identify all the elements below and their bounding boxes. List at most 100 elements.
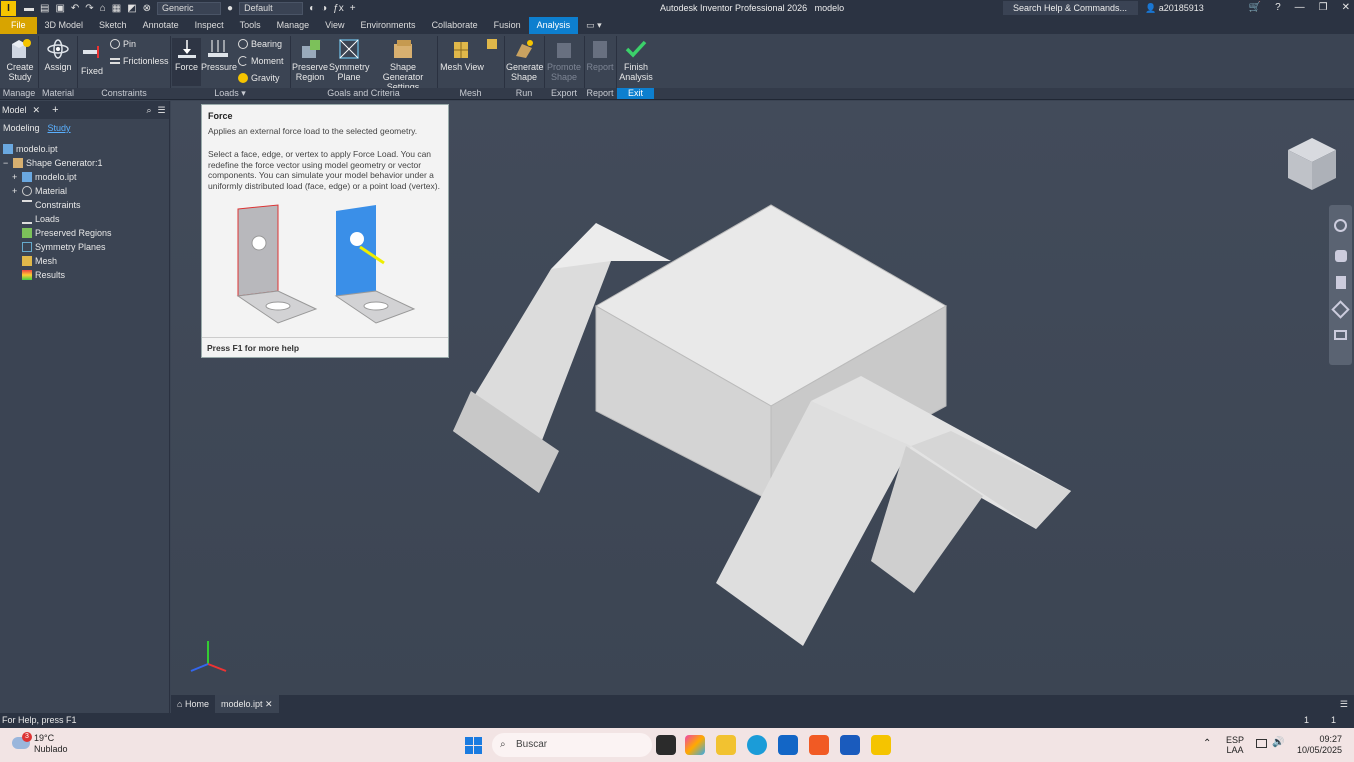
close-icon[interactable]: ✕: [33, 105, 41, 116]
gravity-button[interactable]: Gravity: [238, 73, 280, 83]
network-icon[interactable]: [1256, 739, 1267, 748]
tree-item-model[interactable]: + modelo.ipt: [12, 170, 77, 184]
finish-analysis-button[interactable]: Finish Analysis: [618, 38, 654, 82]
cancel-icon[interactable]: ⊗: [143, 3, 151, 14]
search-icon[interactable]: ⌕: [147, 105, 152, 116]
bearing-button[interactable]: Bearing: [238, 39, 282, 49]
group-loads[interactable]: Loads ▾: [170, 88, 290, 99]
app-logo[interactable]: I: [1, 1, 16, 16]
tab-view[interactable]: View: [317, 17, 352, 34]
start-button[interactable]: [465, 737, 482, 754]
user-account[interactable]: 👤 a20185913: [1145, 3, 1204, 14]
tab-3d-model[interactable]: 3D Model: [37, 17, 92, 34]
report-button[interactable]: Report: [586, 38, 614, 72]
tree-item-constraints[interactable]: Constraints: [22, 198, 81, 212]
tree-item-part[interactable]: modelo.ipt: [3, 142, 58, 156]
copilot-icon[interactable]: [685, 735, 705, 755]
tab-environments[interactable]: Environments: [353, 17, 424, 34]
minimize-icon[interactable]: —: [1295, 2, 1305, 13]
tree-item-results[interactable]: Results: [22, 268, 65, 282]
tree-item-mesh[interactable]: Mesh: [22, 254, 57, 268]
brave-icon[interactable]: [809, 735, 829, 755]
look-at-icon[interactable]: [1334, 330, 1347, 340]
new-icon[interactable]: ▬: [24, 3, 34, 14]
generate-shape-button[interactable]: Generate Shape: [506, 38, 544, 82]
preserve-region-button[interactable]: Preserve Region: [292, 38, 328, 82]
mesh-view-button[interactable]: Mesh View: [440, 38, 484, 72]
pin-button[interactable]: Pin: [110, 39, 136, 49]
adjust-icon[interactable]: ◐: [309, 3, 315, 14]
tree-item-material[interactable]: + Material: [12, 184, 67, 198]
symmetry-plane-button[interactable]: Symmetry Plane: [329, 38, 370, 82]
word-icon[interactable]: [840, 735, 860, 755]
file-explorer-icon[interactable]: [716, 735, 736, 755]
tab-inspect[interactable]: Inspect: [187, 17, 232, 34]
material-select[interactable]: Default: [239, 2, 304, 15]
weather-widget[interactable]: 19°C Nublado: [34, 733, 68, 755]
tree-item-loads[interactable]: Loads: [22, 212, 60, 226]
store-icon[interactable]: [778, 735, 798, 755]
cart-icon[interactable]: 🛒: [1249, 2, 1261, 13]
orbit-icon[interactable]: [1331, 300, 1350, 319]
mesh-settings-button[interactable]: [487, 39, 497, 49]
task-view-icon[interactable]: [656, 735, 676, 755]
add-tab-icon[interactable]: +: [52, 104, 58, 116]
restore-icon[interactable]: ❐: [1319, 2, 1328, 13]
home-icon[interactable]: ⌂: [100, 3, 106, 14]
close-icon[interactable]: ✕: [265, 699, 273, 709]
collapse-icon[interactable]: −: [3, 158, 13, 168]
tab-annotate[interactable]: Annotate: [135, 17, 187, 34]
tab-sketch[interactable]: Sketch: [91, 17, 135, 34]
tree-item-preserved-regions[interactable]: Preserved Regions: [22, 226, 112, 240]
tree-item-symmetry-planes[interactable]: Symmetry Planes: [22, 240, 106, 254]
help-search-input[interactable]: Search Help & Commands...: [1003, 1, 1138, 15]
subtab-modeling[interactable]: Modeling: [3, 123, 40, 133]
plus-icon[interactable]: +: [350, 3, 356, 14]
subtab-study[interactable]: Study: [48, 123, 71, 133]
document-menu-icon[interactable]: ☰: [1340, 699, 1348, 710]
document-tab[interactable]: modelo.ipt ✕: [214, 695, 279, 713]
save-icon[interactable]: ▣: [55, 3, 64, 14]
open-icon[interactable]: ▤: [40, 3, 49, 14]
tab-manage[interactable]: Manage: [269, 17, 318, 34]
close-icon[interactable]: ✕: [1342, 2, 1350, 13]
fixed-button[interactable]: Fixed: [78, 42, 106, 76]
edge-icon[interactable]: [747, 735, 767, 755]
browser-tab-model[interactable]: Model: [2, 105, 27, 115]
language-indicator[interactable]: ESP LAA: [1226, 735, 1244, 755]
fx-icon[interactable]: ƒx: [333, 3, 344, 14]
tree-item-shape-generator[interactable]: − Shape Generator:1: [3, 156, 103, 170]
shape-generator-settings-button[interactable]: Shape Generator Settings: [371, 38, 435, 92]
undo-icon[interactable]: ↶: [71, 3, 79, 14]
view-cube[interactable]: [1284, 134, 1340, 194]
home-tab[interactable]: ⌂ Home: [171, 695, 215, 713]
measure-icon[interactable]: ◩: [127, 3, 136, 14]
expand-icon[interactable]: +: [12, 186, 22, 196]
taskbar-search[interactable]: ⌕ Buscar: [492, 733, 652, 757]
menu-icon[interactable]: ☰: [158, 105, 166, 116]
clear-icon[interactable]: ◑: [321, 3, 327, 14]
appearance-select[interactable]: Generic: [157, 2, 222, 15]
pressure-button[interactable]: Pressure: [201, 38, 237, 72]
create-study-button[interactable]: Create Study: [3, 38, 37, 82]
steering-wheel-icon[interactable]: [1334, 219, 1347, 232]
force-button[interactable]: Force: [172, 38, 201, 86]
tray-chevron-icon[interactable]: ⌃: [1203, 738, 1211, 749]
frictionless-button[interactable]: Frictionless: [110, 56, 169, 66]
redo-icon[interactable]: ↷: [85, 3, 93, 14]
moment-button[interactable]: Moment: [238, 56, 284, 66]
tab-collaborate[interactable]: Collaborate: [424, 17, 486, 34]
tab-fusion[interactable]: Fusion: [486, 17, 529, 34]
system-clock[interactable]: 09:27 10/05/2025: [1296, 734, 1342, 756]
print-icon[interactable]: ▦: [112, 3, 121, 14]
tab-tools[interactable]: Tools: [232, 17, 269, 34]
promote-shape-button[interactable]: Promote Shape: [545, 38, 583, 82]
tab-analysis[interactable]: Analysis: [528, 17, 579, 34]
pan-icon[interactable]: [1334, 250, 1347, 262]
volume-icon[interactable]: 🔊: [1272, 737, 1284, 748]
appearance-ball-icon[interactable]: ●: [227, 3, 233, 14]
assign-button[interactable]: Assign: [42, 38, 74, 72]
tab-file[interactable]: File: [0, 17, 37, 34]
help-icon[interactable]: ?: [1275, 2, 1281, 13]
expand-icon[interactable]: +: [12, 172, 22, 182]
